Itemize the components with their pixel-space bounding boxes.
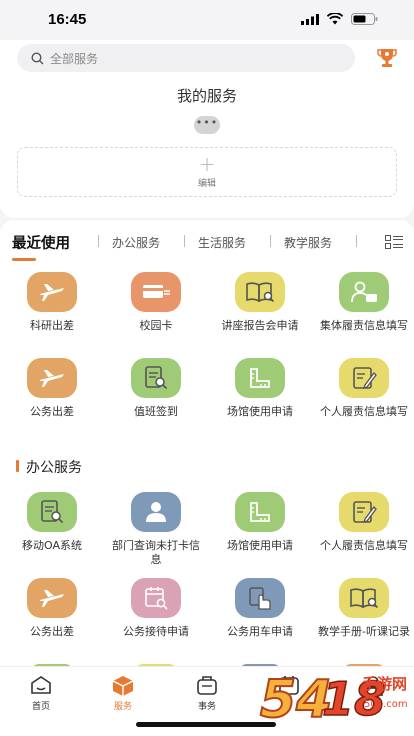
- battery-icon: [351, 13, 378, 25]
- nav-services[interactable]: 服务: [93, 675, 153, 712]
- service-item[interactable]: 个人履责信息填写: [312, 358, 414, 419]
- service-label: 个人履责信息填写: [320, 539, 408, 552]
- user-card-icon: [339, 272, 389, 312]
- tab-recent[interactable]: 最近使用: [12, 232, 70, 253]
- status-time: 16:45: [48, 11, 87, 28]
- service-label: 场馆使用申请: [227, 405, 293, 418]
- tab-office[interactable]: 办公服务: [112, 234, 160, 251]
- my-services-panel: 全部服务 我的服务 ••• + 编辑: [0, 40, 414, 218]
- document-search-icon: [27, 492, 77, 532]
- services-content: 最近使用 办公服务 生活服务 教学服务 科研出差 校园卡 讲座报告会申请 集体履…: [0, 220, 414, 666]
- edit-button[interactable]: + 编辑: [17, 147, 397, 197]
- nav-home[interactable]: 首页: [11, 675, 71, 712]
- service-label: 移动OA系统: [22, 539, 82, 552]
- service-label: 公务接待申请: [123, 625, 189, 638]
- signal-icon: [301, 13, 319, 25]
- service-label: 公务出差: [30, 625, 74, 638]
- search-input[interactable]: 全部服务: [17, 44, 355, 72]
- service-item[interactable]: 场馆使用申请: [208, 492, 312, 553]
- service-item[interactable]: 移动OA系统: [0, 492, 104, 553]
- book-search-icon: [339, 578, 389, 618]
- edit-document-icon: [339, 492, 389, 532]
- nav-label: 首页: [31, 702, 50, 712]
- tab-teaching[interactable]: 教学服务: [284, 234, 332, 251]
- service-label: 讲座报告会申请: [221, 319, 299, 332]
- service-label: 值班签到: [134, 405, 178, 418]
- service-item[interactable]: 部门查询未打卡信息: [104, 492, 208, 567]
- service-label: 集体履责信息填写: [320, 319, 408, 332]
- watermark-logo: 54 18 手游网 5u1.com: [259, 669, 408, 731]
- service-label: 校园卡: [139, 319, 173, 332]
- book-search-icon: [235, 272, 285, 312]
- service-label: 公务用车申请: [227, 625, 293, 638]
- trophy-icon[interactable]: [377, 47, 397, 69]
- airplane-icon: [27, 272, 77, 312]
- category-tabs: 最近使用 办公服务 生活服务 教学服务: [0, 220, 414, 262]
- nav-affairs[interactable]: 事务: [177, 675, 237, 712]
- more-button[interactable]: •••: [194, 116, 220, 134]
- service-item[interactable]: 科研出差: [0, 272, 104, 333]
- tab-separator: [356, 235, 357, 247]
- service-item[interactable]: 值班签到: [104, 358, 208, 419]
- service-label: 个人履责信息填写: [320, 405, 408, 418]
- service-item[interactable]: 讲座报告会申请: [208, 272, 312, 333]
- grid-menu-icon[interactable]: [385, 235, 403, 249]
- tab-separator: [270, 235, 271, 247]
- service-label: 科研出差: [30, 319, 74, 332]
- airplane-icon: [27, 578, 77, 618]
- my-services-title: 我的服务: [176, 87, 237, 105]
- hand-document-icon: [235, 578, 285, 618]
- service-label: 公务出差: [30, 405, 74, 418]
- svg-text:手游网: 手游网: [362, 675, 407, 693]
- card-icon: [131, 272, 181, 312]
- briefcase-icon: [197, 676, 217, 695]
- service-label: 部门查询未打卡信息: [112, 539, 200, 566]
- service-item[interactable]: 公务接待申请: [104, 578, 208, 639]
- svg-text:5u1.com: 5u1.com: [364, 699, 408, 710]
- service-item[interactable]: 校园卡: [104, 272, 208, 333]
- edit-label: 编辑: [197, 179, 216, 189]
- service-item[interactable]: 公务出差: [0, 578, 104, 639]
- service-label: 教学手册-听课记录: [318, 625, 410, 638]
- user-icon: [131, 492, 181, 532]
- edit-document-icon: [339, 358, 389, 398]
- plus-icon: +: [198, 152, 216, 176]
- service-item[interactable]: 个人履责信息填写: [312, 492, 414, 553]
- active-tab-indicator: [12, 258, 36, 261]
- tab-separator: [98, 235, 99, 247]
- service-item[interactable]: 教学手册-听课记录: [312, 578, 414, 639]
- search-placeholder: 全部服务: [50, 51, 99, 66]
- nav-label: 事务: [197, 702, 216, 712]
- airplane-icon: [27, 358, 77, 398]
- document-search-icon: [131, 358, 181, 398]
- search-icon: [31, 51, 44, 64]
- home-icon: [31, 676, 51, 694]
- status-bar: 16:45: [0, 0, 414, 40]
- box-icon: [112, 676, 134, 696]
- ruler-icon: [235, 358, 285, 398]
- service-item[interactable]: 公务用车申请: [208, 578, 312, 639]
- service-item[interactable]: 集体履责信息填写: [312, 272, 414, 333]
- service-item[interactable]: 公务出差: [0, 358, 104, 419]
- section-marker: [16, 460, 19, 472]
- service-item[interactable]: 场馆使用申请: [208, 358, 312, 419]
- service-label: 场馆使用申请: [227, 539, 293, 552]
- ruler-icon: [235, 492, 285, 532]
- nav-label: 服务: [113, 702, 132, 712]
- section-title: 办公服务: [26, 460, 82, 476]
- status-icons: [301, 13, 378, 25]
- tab-life[interactable]: 生活服务: [198, 234, 246, 251]
- tab-separator: [184, 235, 185, 247]
- home-indicator: [136, 722, 276, 727]
- wifi-icon: [327, 13, 343, 25]
- calendar-search-icon: [131, 578, 181, 618]
